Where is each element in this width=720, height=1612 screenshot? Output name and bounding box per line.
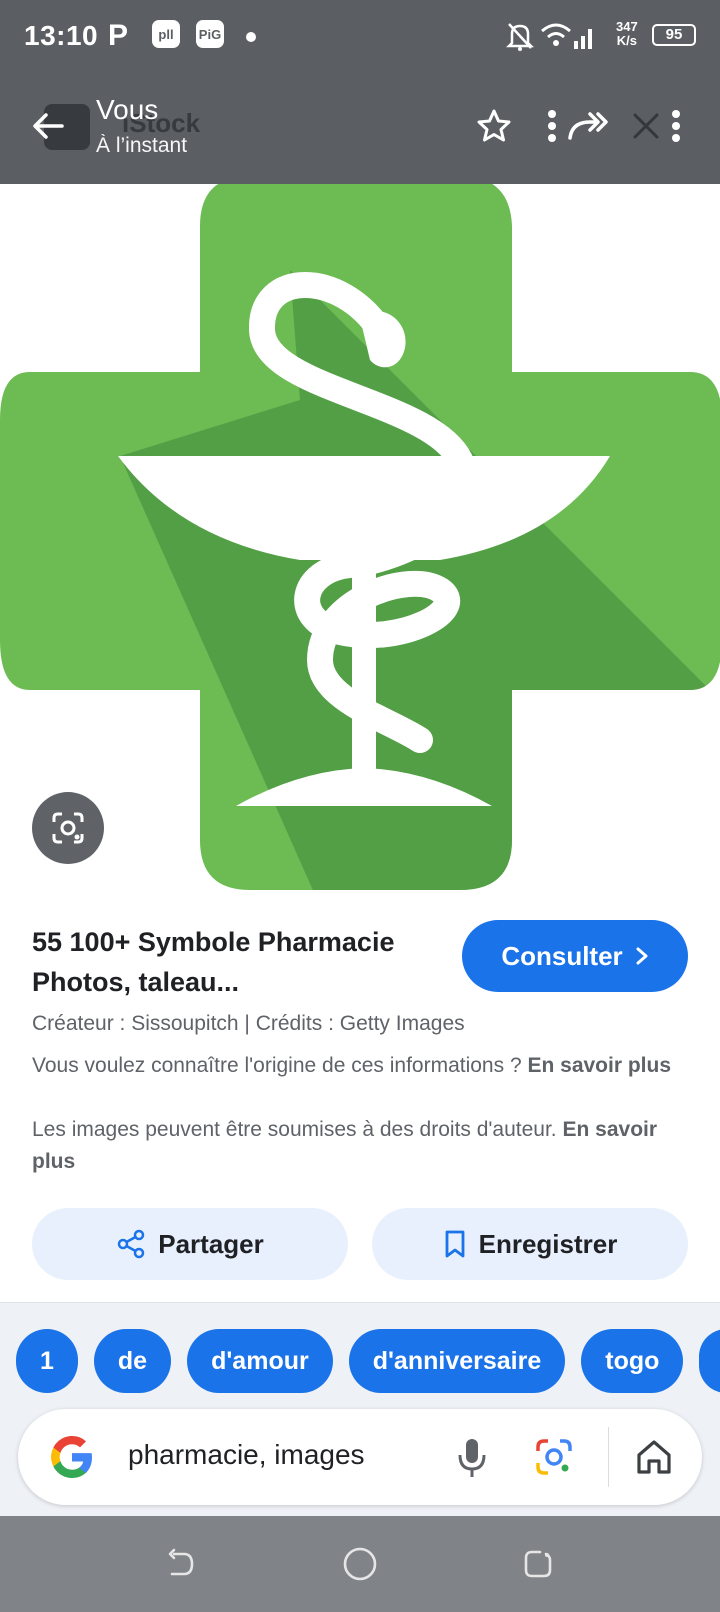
chip-1[interactable]: 1	[16, 1329, 78, 1393]
chip-more[interactable]	[699, 1329, 720, 1393]
top-overlay: 13:10 P pll PiG 347 K/s 95 iStock Vous À …	[0, 0, 720, 184]
app-p-icon: P	[108, 19, 129, 52]
search-panel: 1 de d'amour d'anniversaire togo pharmac…	[0, 1302, 720, 1516]
google-logo-icon	[48, 1433, 96, 1481]
battery-level: 95	[652, 24, 696, 46]
status-bar: 13:10 P pll PiG 347 K/s 95	[0, 0, 720, 72]
share-label: Partager	[158, 1228, 264, 1259]
google-lens-button[interactable]	[32, 792, 104, 864]
search-query[interactable]: pharmacie, images	[128, 1439, 365, 1471]
search-bar[interactable]: pharmacie, images	[18, 1409, 702, 1505]
nav-home-icon[interactable]	[338, 1542, 382, 1586]
notification-app-icon: pll	[152, 20, 180, 48]
google-lens-search-icon[interactable]	[530, 1433, 578, 1481]
home-icon[interactable]	[630, 1433, 678, 1481]
sent-time: À l’instant	[96, 134, 188, 157]
result-info-panel: 55 100+ Symbole Pharmacie Photos, taleau…	[0, 906, 720, 1302]
rights-text: Les images peuvent être soumises à des d…	[32, 1118, 557, 1141]
chip-togo[interactable]: togo	[581, 1329, 684, 1393]
share-button[interactable]: Partager	[32, 1208, 348, 1280]
origin-text: Vous voulez connaître l'origine de ces i…	[32, 1054, 522, 1077]
origin-learn-more-link[interactable]: En savoir plus	[527, 1054, 671, 1077]
game-app-icon: PiG	[196, 20, 224, 48]
save-label: Enregistrer	[478, 1228, 618, 1259]
origin-note: Vous voulez connaître l'origine de ces i…	[32, 1050, 688, 1082]
chip-danniversaire[interactable]: d'anniversaire	[348, 1329, 566, 1393]
wifi-signal-icon	[540, 20, 596, 52]
pharmacy-cross-image[interactable]	[0, 176, 720, 906]
nav-recent-apps-icon[interactable]	[516, 1542, 560, 1586]
chip-de[interactable]: de	[93, 1329, 172, 1393]
status-time: 13:10	[24, 20, 99, 51]
mic-icon[interactable]	[448, 1433, 496, 1481]
chevron-right-icon	[636, 947, 648, 965]
creator-credits: Créateur : Sissoupitch | Crédits : Getty…	[32, 1012, 465, 1035]
nav-back-icon[interactable]	[158, 1542, 202, 1586]
related-search-chips: 1 de d'amour d'anniversaire togo	[16, 1329, 720, 1393]
search-divider	[608, 1427, 609, 1487]
google-lens-icon	[52, 812, 84, 844]
star-icon[interactable]	[472, 104, 516, 148]
consult-label: Consulter	[501, 940, 623, 971]
system-nav-bar	[0, 1516, 720, 1612]
consult-button[interactable]: Consulter	[462, 920, 688, 992]
sender-name: Vous	[96, 94, 159, 125]
result-title[interactable]: 55 100+ Symbole Pharmacie Photos, taleau…	[32, 922, 432, 1002]
share-icon	[118, 1229, 145, 1259]
bookmark-icon	[445, 1230, 465, 1258]
bell-off-icon	[506, 20, 534, 52]
network-speed-unit: K/s	[616, 33, 637, 48]
chip-damour[interactable]: d'amour	[187, 1329, 333, 1393]
forward-icon[interactable]	[566, 104, 610, 148]
save-button[interactable]: Enregistrer	[372, 1208, 688, 1280]
network-speed-value: 347	[616, 19, 638, 34]
screen: 13:10 P pll PiG 347 K/s 95 iStock Vous À …	[0, 0, 720, 1612]
pharmacy-symbol-graphic	[0, 176, 720, 890]
overflow-menu-icon[interactable]	[654, 104, 698, 148]
more-notifications-dot-icon	[246, 32, 256, 42]
rights-note: Les images peuvent être soumises à des d…	[32, 1114, 688, 1178]
viewer-header: iStock Vous À l’instant	[0, 86, 720, 176]
network-speed: 347 K/s	[616, 20, 638, 48]
back-arrow-icon[interactable]	[28, 106, 68, 146]
